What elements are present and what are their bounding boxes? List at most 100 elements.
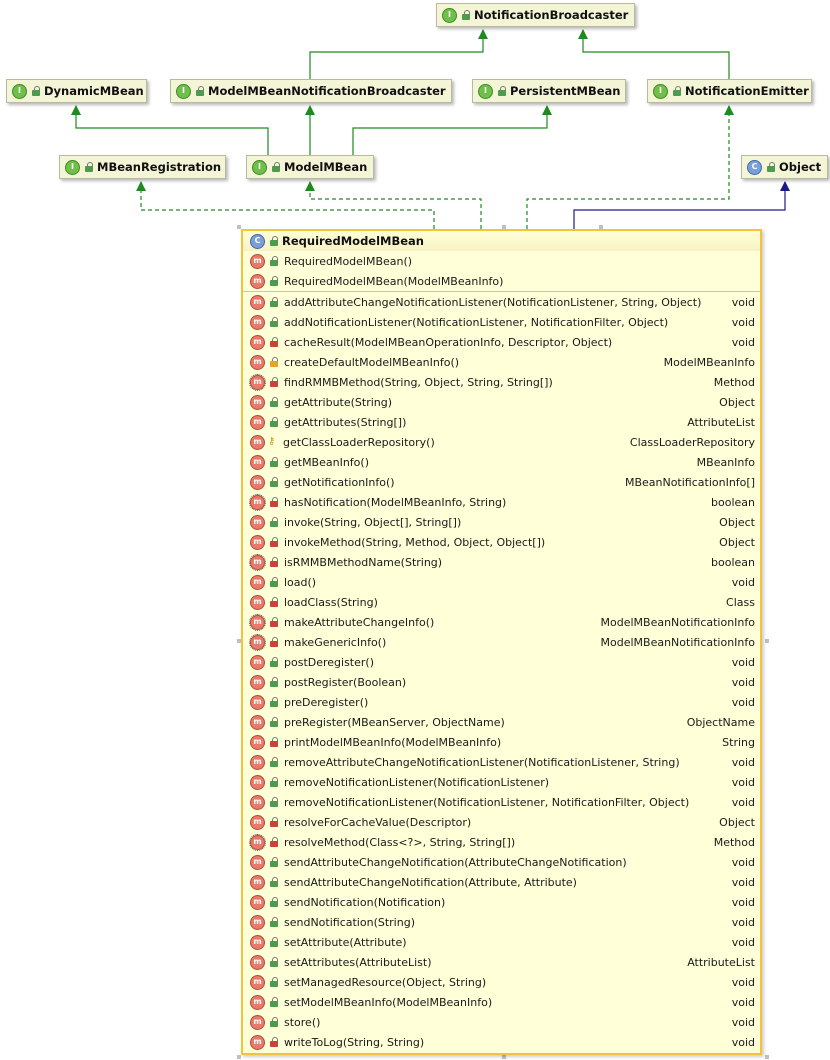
private-visibility-icon [269,637,279,647]
node-label: MBeanRegistration [97,160,222,174]
return-type: void [731,1035,755,1049]
public-visibility-icon [497,86,507,96]
node-notification-broadcaster[interactable]: I NotificationBroadcaster [436,3,635,27]
public-visibility-icon [269,797,279,807]
node-notification-emitter[interactable]: I NotificationEmitter [647,79,812,103]
method-icon: m [250,914,265,930]
method-icon: m [250,273,265,289]
interface-icon: I [176,83,191,99]
public-visibility-icon [269,877,279,887]
method-signature: addAttributeChangeNotificationListener(N… [284,295,702,309]
method-row[interactable]: m getNotificationInfo() MBeanNotificationI… [243,472,760,492]
method-signature: setManagedResource(Object, String) [284,975,487,989]
return-type: MBeanNotificationInfo[] [624,475,755,489]
interface-icon: I [478,83,493,99]
interface-icon: I [65,159,80,175]
method-row[interactable]: m makeGenericInfo() ModelMBeanNotification… [243,632,760,652]
public-visibility-icon [269,577,279,587]
method-row[interactable]: m setAttribute(Attribute) void [243,932,760,952]
node-label: NotificationEmitter [685,84,809,98]
return-type: ModelMBeanInfo [663,355,755,369]
method-row[interactable]: m setModelMBeanInfo(ModelMBeanInfo) void [243,992,760,1012]
method-row[interactable]: m sendAttributeChangeNotification(Attribu… [243,852,760,872]
method-signature: writeToLog(String, String) [284,1035,425,1049]
method-row[interactable]: m findRMMBMethod(String, Object, String, … [243,372,760,392]
selection-handle[interactable] [765,1055,769,1059]
method-row[interactable]: m load() void [243,572,760,592]
constructor-row[interactable]: m RequiredModelMBean() [243,251,760,271]
method-signature: removeAttributeChangeNotificationListene… [284,755,680,769]
method-row[interactable]: m makeAttributeChangeInfo() ModelMBeanNoti… [243,612,760,632]
private-visibility-icon [269,557,279,567]
class-required-model-mbean[interactable]: C RequiredModelMBean m RequiredModelMBean… [241,229,762,1055]
node-object[interactable]: C Object [741,155,828,179]
method-row[interactable]: m preRegister(MBeanServer, ObjectName) Obj… [243,712,760,732]
node-model-mbean-notification-broadcaster[interactable]: I ModelMBeanNotificationBroadcaster [170,79,452,103]
selection-handle[interactable] [237,1055,241,1059]
method-row[interactable]: m resolveMethod(Class<?>, String, String[… [243,832,760,852]
method-row[interactable]: m printModelMBeanInfo(ModelMBeanInfo) Stri… [243,732,760,752]
method-row[interactable]: m postDeregister() void [243,652,760,672]
method-list: m addAttributeChangeNotificationListener(… [243,292,760,1052]
edge-ne-to-nb [578,29,730,79]
method-row[interactable]: m writeToLog(String, String) void [243,1032,760,1052]
return-type: void [731,315,755,329]
method-row[interactable]: m setAttributes(AttributeList) AttributeLi… [243,952,760,972]
method-row[interactable]: m sendNotification(String) void [243,912,760,932]
return-type: ClassLoaderRepository [629,435,755,449]
method-row[interactable]: m addAttributeChangeNotificationListener(… [243,292,760,312]
public-visibility-icon [269,917,279,927]
method-signature: isRMMBMethodName(String) [284,555,443,569]
method-row[interactable]: m sendNotification(Notification) void [243,892,760,912]
method-row[interactable]: m removeNotificationListener(Notification… [243,772,760,792]
method-row[interactable]: m invoke(String, Object[], String[]) Objec… [243,512,760,532]
method-signature: resolveForCacheValue(Descriptor) [284,815,472,829]
method-row[interactable]: m createDefaultModelMBeanInfo() ModelMBean… [243,352,760,372]
interface-icon: I [653,83,668,99]
method-icon: m [250,414,265,430]
method-row[interactable]: m sendAttributeChangeNotification(Attribu… [243,872,760,892]
method-row[interactable]: m getAttribute(String) Object [243,392,760,412]
node-mbean-registration[interactable]: I MBeanRegistration [59,155,226,179]
node-model-mbean[interactable]: I ModelMBean [246,155,374,179]
public-visibility-icon [195,86,205,96]
private-visibility-icon [269,597,279,607]
private-visibility-icon [269,537,279,547]
node-dynamic-mbean[interactable]: I DynamicMBean [6,79,147,103]
selection-handle[interactable] [502,1055,506,1059]
selection-handle[interactable] [765,639,769,643]
method-row[interactable]: m removeNotificationListener(Notification… [243,792,760,812]
method-signature: invoke(String, Object[], String[]) [284,515,462,529]
method-row[interactable]: m store() void [243,1012,760,1032]
method-row[interactable]: m resolveForCacheValue(Descriptor) Object [243,812,760,832]
public-visibility-icon [269,297,279,307]
method-row[interactable]: m cacheResult(ModelMBeanOperationInfo, De… [243,332,760,352]
method-row[interactable]: m removeAttributeChangeNotificationListen… [243,752,760,772]
method-signature: sendNotification(String) [284,915,415,929]
return-type: void [731,935,755,949]
method-row[interactable]: m postRegister(Boolean) void [243,672,760,692]
return-type: Object [719,815,755,829]
node-label: ModelMBean [284,160,368,174]
class-name: RequiredModelMBean [282,234,424,248]
method-row[interactable]: m loadClass(String) Class [243,592,760,612]
method-signature: getMBeanInfo() [284,455,369,469]
method-row[interactable]: m getMBeanInfo() MBeanInfo [243,452,760,472]
method-row[interactable]: m addNotificationListener(NotificationLis… [243,312,760,332]
node-persistent-mbean[interactable]: I PersistentMBean [472,79,626,103]
return-type: void [731,295,755,309]
method-icon: m [250,994,265,1010]
return-type: Object [719,535,755,549]
method-row[interactable]: m invokeMethod(String, Method, Object, Ob… [243,532,760,552]
public-visibility-icon [269,697,279,707]
method-row[interactable]: m hasNotification(ModelMBeanInfo, String)… [243,492,760,512]
interface-icon: I [442,7,457,23]
constructor-row[interactable]: m RequiredModelMBean(ModelMBeanInfo) [243,271,760,291]
method-row[interactable]: m isRMMBMethodName(String) boolean [243,552,760,572]
method-row[interactable]: m preDeregister() void [243,692,760,712]
method-row[interactable]: m setManagedResource(Object, String) void [243,972,760,992]
return-type: void [731,875,755,889]
method-row[interactable]: m getAttributes(String[]) AttributeList [243,412,760,432]
public-visibility-icon [269,236,279,246]
method-row[interactable]: m ⚷ getClassLoaderRepository() ClassLoaderR… [243,432,760,452]
